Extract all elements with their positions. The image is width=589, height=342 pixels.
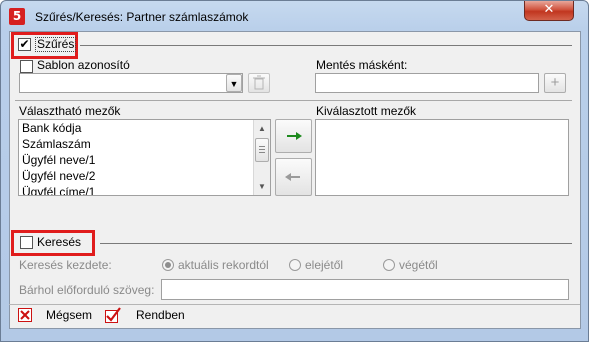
save-as-label: Mentés másként: [316,58,408,72]
radio-from-end-label: végétől [399,258,438,272]
list-item[interactable]: Ügyfél neve/1 [19,152,270,168]
add-field-button[interactable] [275,119,312,153]
scrollbar-thumb[interactable] [255,138,269,162]
selected-fields-label: Kiválasztott mezők [316,104,417,118]
anywhere-text-input[interactable] [161,279,569,300]
ok-label: Rendben [136,308,185,322]
list-item[interactable]: Ügyfél címe/1 [19,184,270,195]
anywhere-text-label: Bárhol előforduló szöveg: [19,283,155,297]
template-id-dropdown[interactable]: ▼ [19,73,243,93]
available-fields-label: Választható mezők [19,104,121,118]
available-fields-list[interactable]: Bank kódja Számlaszám Ügyfél neve/1 Ügyf… [18,119,271,196]
template-delete-button[interactable] [248,73,270,93]
fields-separator [15,100,572,101]
template-checkbox[interactable] [20,60,33,73]
arrow-left-icon [285,173,300,181]
radio-from-start[interactable] [289,259,301,271]
close-icon: ✕ [543,2,555,17]
search-separator [100,243,572,244]
search-start-label: Keresés kezdete: [19,258,112,272]
scroll-down-icon[interactable]: ▼ [254,178,270,195]
cancel-label: Mégsem [46,308,93,322]
filter-separator [80,45,572,46]
trash-icon [253,75,265,90]
dropdown-arrow-button[interactable]: ▼ [226,74,242,92]
list-item[interactable]: Ügyfél neve/2 [19,168,270,184]
save-as-input[interactable] [315,73,539,93]
list-item[interactable]: Bank kódja [19,120,270,136]
footer-separator [9,304,580,305]
arrow-right-icon [287,132,302,140]
filter-checkbox-label[interactable]: Szűrés [35,37,77,52]
cancel-icon [18,308,32,322]
chevron-down-icon: ▼ [229,79,239,89]
radio-from-end[interactable] [383,259,395,271]
plus-icon: + [550,74,560,91]
app-logo-icon: 5 [9,8,25,25]
search-checkbox-label[interactable]: Keresés [37,235,81,249]
checkmark-icon [105,307,121,323]
save-as-add-button[interactable]: + [544,73,566,93]
radio-current-record-label: aktuális rekordtól [178,258,269,272]
remove-field-button[interactable] [275,158,312,196]
template-id-label: Sablon azonosító [37,58,130,72]
available-fields-scrollbar[interactable]: ▲ ▼ [253,120,270,195]
search-checkbox[interactable] [20,236,33,249]
list-item[interactable]: Számlaszám [19,136,270,152]
radio-current-record[interactable] [162,259,174,271]
close-button[interactable]: ✕ [524,1,574,21]
filter-checkbox[interactable]: ✔ [18,38,31,51]
window-title: Szűrés/Keresés: Partner számlaszámok [35,10,249,24]
radio-from-start-label: elejétől [305,258,344,272]
scroll-up-icon[interactable]: ▲ [254,120,270,137]
title-bar[interactable]: 5 Szűrés/Keresés: Partner számlaszámok ✕ [1,1,589,31]
selected-fields-list[interactable] [315,119,569,196]
